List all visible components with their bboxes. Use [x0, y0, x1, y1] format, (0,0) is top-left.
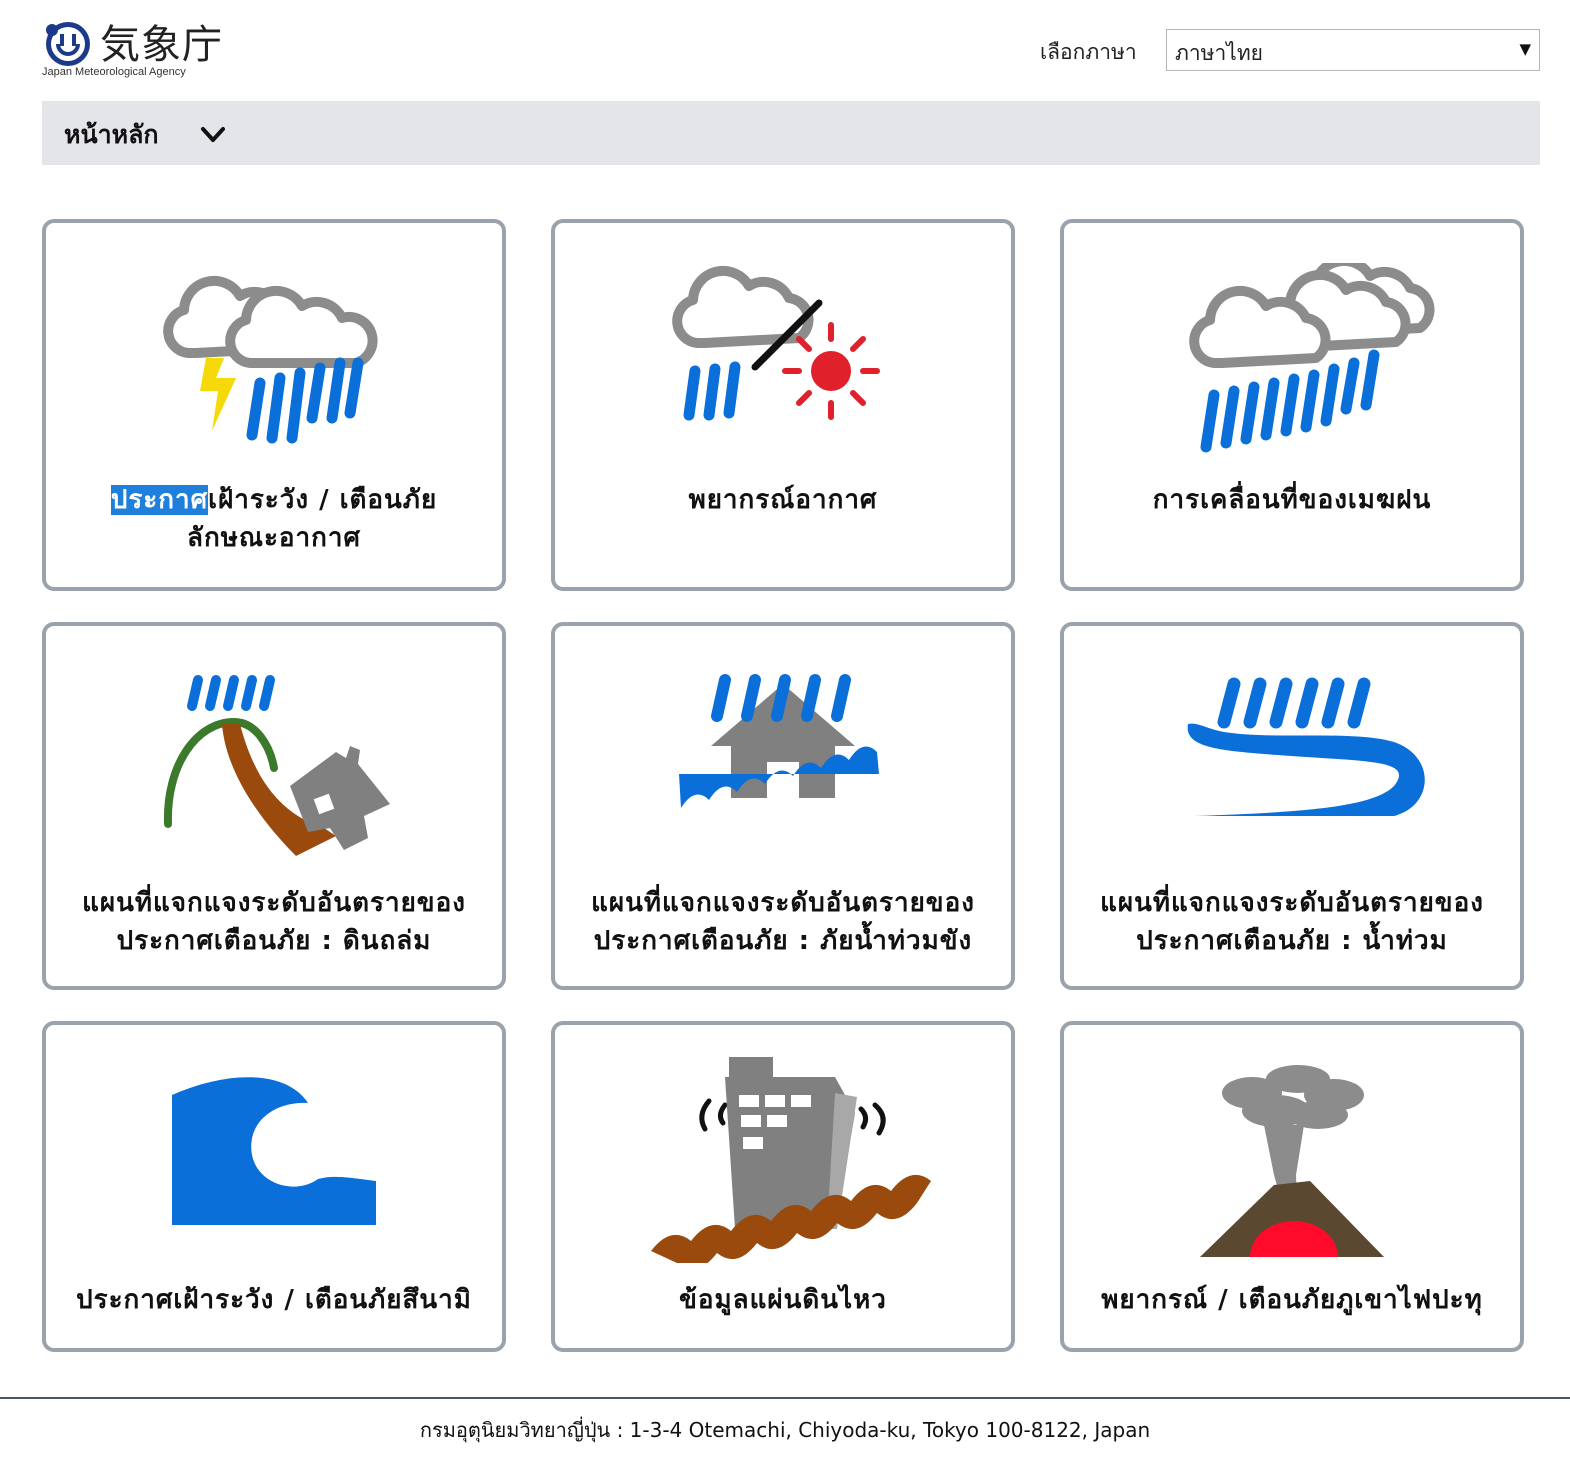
chevron-down-icon[interactable] [200, 125, 226, 145]
card-inundation-risk-map[interactable]: แผนที่แจกแจงระดับอันตรายของ ประกาศเตือนภ… [551, 622, 1015, 990]
main-nav-bar: หน้าหลัก [42, 101, 1540, 165]
card-landslide-risk-map[interactable]: แผนที่แจกแจงระดับอันตรายของ ประกาศเตือนภ… [42, 622, 506, 990]
language-selected-value: ภาษาไทย [1175, 41, 1263, 65]
logo-japanese-text: 気象庁 [100, 22, 223, 68]
thunderstorm-rain-icon [163, 275, 378, 444]
jma-logo[interactable]: 気象庁 Japan Meteorological Agency [40, 8, 230, 84]
card-rain-cloud-movement[interactable]: การเคลื่อนที่ของเมฆฝน [1060, 219, 1524, 591]
heavy-rain-clouds-icon [1189, 263, 1435, 453]
earthquake-building-icon [651, 1057, 931, 1263]
dropdown-caret-icon: ▼ [1519, 40, 1531, 58]
card-label: แผนที่แจกแจงระดับอันตรายของ ประกาศเตือนภ… [1100, 888, 1484, 956]
card-label: พยากรณ์อากาศ [688, 485, 878, 515]
card-label: พยากรณ์ / เตือนภัยภูเขาไฟปะทุ [1101, 1285, 1483, 1315]
card-weather-forecast[interactable]: พยากรณ์อากาศ [551, 219, 1015, 591]
language-select[interactable]: ภาษาไทย ▼ [1166, 29, 1540, 71]
jma-emblem-icon [46, 22, 90, 66]
card-flood-risk-map[interactable]: แผนที่แจกแจงระดับอันตรายของ ประกาศเตือนภ… [1060, 622, 1524, 990]
footer-divider [0, 1397, 1570, 1399]
logo-english-text: Japan Meteorological Agency [42, 66, 186, 78]
card-label: แผนที่แจกแจงระดับอันตรายของ ประกาศเตือนภ… [82, 888, 466, 956]
card-label: การเคลื่อนที่ของเมฆฝน [1152, 485, 1432, 515]
language-label: เลือกภาษา [1040, 40, 1137, 64]
tsunami-wave-icon [172, 1077, 376, 1225]
card-label: แผนที่แจกแจงระดับอันตรายของ ประกาศเตือนภ… [591, 888, 975, 956]
rain-or-sun-forecast-icon [672, 265, 880, 421]
card-label: ข้อมูลแผ่นดินไหว [679, 1285, 887, 1315]
selected-text-highlight: ประกาศ [110, 485, 209, 515]
card-volcanic-warnings[interactable]: พยากรณ์ / เตือนภัยภูเขาไฟปะทุ [1060, 1021, 1524, 1352]
card-tsunami-warnings[interactable]: ประกาศเฝ้าระวัง / เตือนภัยสึนามิ [42, 1021, 506, 1352]
inundation-house-icon [679, 674, 879, 808]
volcano-icon [1200, 1065, 1384, 1257]
landslide-icon [163, 675, 390, 856]
card-earthquake-information[interactable]: ข้อมูลแผ่นดินไหว [551, 1021, 1015, 1352]
card-label: ประกาศเฝ้าระวัง / เตือนภัยสึนามิ [76, 1285, 472, 1315]
river-flood-icon [1187, 677, 1425, 816]
header: 気象庁 Japan Meteorological Agency เลือกภาษ… [0, 0, 1570, 100]
footer-address: กรมอุตุนิยมวิทยาญี่ปุ่น : 1-3-4 Otemachi… [419, 1418, 1151, 1442]
card-label: ประกาศเฝ้าระวัง / เตือนภัย ลักษณะอากาศ [110, 485, 438, 553]
nav-home-link[interactable]: หน้าหลัก [64, 115, 159, 155]
card-weather-warnings[interactable]: ประกาศเฝ้าระวัง / เตือนภัย ลักษณะอากาศ [42, 219, 506, 591]
